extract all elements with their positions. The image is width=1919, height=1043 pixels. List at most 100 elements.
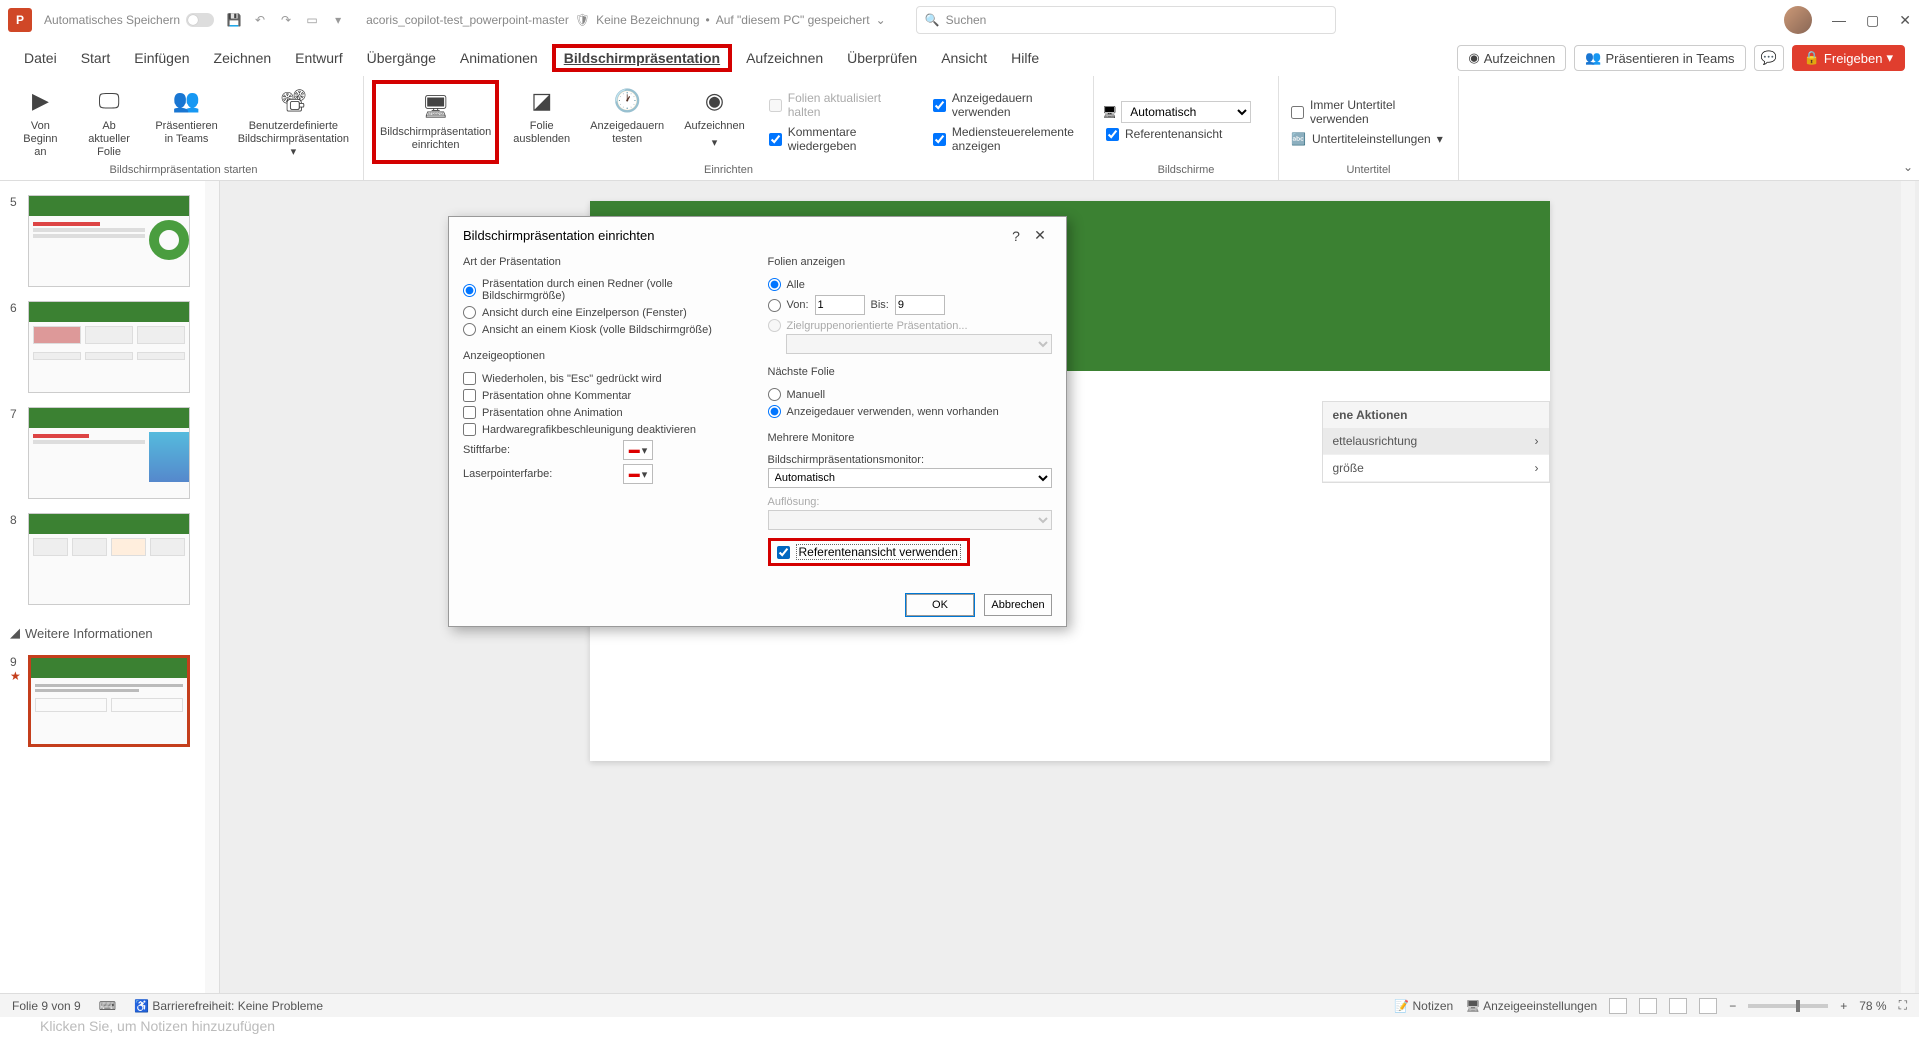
media-controls-checkbox[interactable]: Mediensteuerelemente anzeigen [929, 123, 1085, 155]
language-button[interactable]: ⌨ [99, 999, 116, 1013]
redo-icon[interactable]: ↷ [278, 12, 294, 28]
cancel-button[interactable]: Abbrechen [984, 594, 1052, 616]
tab-ansicht[interactable]: Ansicht [931, 44, 997, 72]
slide-thumbnail-7[interactable] [28, 407, 190, 499]
section-show-slides: Folien anzeigen [768, 254, 1053, 270]
section-options: Anzeigeoptionen [463, 348, 748, 364]
share-button[interactable]: 🔒 Freigeben ▾ [1792, 45, 1905, 71]
minimize-button[interactable]: — [1832, 12, 1846, 29]
section-monitors: Mehrere Monitore [768, 430, 1053, 446]
from-current-button[interactable]: 🖵Ab aktueller Folie [77, 80, 142, 164]
slide-thumbnail-6[interactable] [28, 301, 190, 393]
ok-button[interactable]: OK [906, 594, 974, 616]
slide-thumbnail-9[interactable] [28, 655, 190, 747]
search-input[interactable]: 🔍 Suchen [916, 6, 1336, 34]
tab-animationen[interactable]: Animationen [450, 44, 548, 72]
chk-no-narration[interactable]: Präsentation ohne Kommentar [463, 387, 748, 404]
radio-timings[interactable]: Anzeigedauer verwenden, wenn vorhanden [768, 403, 1053, 420]
sorter-view-button[interactable] [1639, 998, 1657, 1014]
rehearse-timings-button[interactable]: 🕐Anzeigedauern testen [584, 80, 670, 164]
custom-show-button[interactable]: 📽Benutzerdefinierte Bildschirmpräsentati… [232, 80, 355, 164]
notes-button[interactable]: 📝 Notizen [1394, 999, 1453, 1013]
tab-entwurf[interactable]: Entwurf [285, 44, 352, 72]
keep-updated-checkbox: Folien aktualisiert halten [765, 89, 921, 121]
section-header[interactable]: ◢ Weitere Informationen [10, 625, 209, 641]
dialog-close-button[interactable]: ✕ [1028, 227, 1052, 244]
present-teams-button[interactable]: 👥 Präsentieren in Teams [1574, 45, 1745, 71]
autosave-toggle[interactable]: Automatisches Speichern [44, 13, 214, 27]
tab-hilfe[interactable]: Hilfe [1001, 44, 1049, 72]
tab-start[interactable]: Start [71, 44, 121, 72]
tab-einfuegen[interactable]: Einfügen [124, 44, 199, 72]
reading-view-button[interactable] [1669, 998, 1687, 1014]
slideshow-view-button[interactable] [1699, 998, 1717, 1014]
presenter-view-highlight: Referentenansicht verwenden [768, 538, 970, 566]
tab-uebergaenge[interactable]: Übergänge [357, 44, 446, 72]
tab-ueberpruefen[interactable]: Überprüfen [837, 44, 927, 72]
chk-loop[interactable]: Wiederholen, bis "Esc" gedrückt wird [463, 370, 748, 387]
undo-icon[interactable]: ↶ [252, 12, 268, 28]
maximize-button[interactable]: ▢ [1866, 12, 1879, 29]
radio-all-slides[interactable]: Alle [768, 276, 1053, 293]
from-beginning-button[interactable]: ▶Von Beginn an [12, 80, 69, 164]
laser-color-picker[interactable]: ▬▾ [623, 464, 653, 484]
setup-slideshow-button[interactable]: 🖥Bildschirmpräsentation einrichten [372, 80, 499, 164]
fit-to-window-button[interactable]: ⛶ [1899, 998, 1907, 1013]
from-spinner[interactable] [815, 295, 865, 315]
dialog-titlebar: Bildschirmpräsentation einrichten ? ✕ [449, 217, 1066, 254]
tab-zeichnen[interactable]: Zeichnen [204, 44, 282, 72]
ribbon-collapse-button[interactable]: ⌄ [1897, 154, 1919, 180]
zoom-out-button[interactable]: − [1729, 999, 1736, 1013]
zoom-level[interactable]: 78 % [1859, 999, 1886, 1013]
play-icon: ▶ [24, 84, 56, 116]
narrations-checkbox[interactable]: Kommentare wiedergeben [765, 123, 921, 155]
slide-counter[interactable]: Folie 9 von 9 [12, 999, 81, 1013]
slide-thumbnail-5[interactable] [28, 195, 190, 287]
hide-slide-button[interactable]: ◪Folie ausblenden [507, 80, 576, 164]
presenter-view-dialog-checkbox[interactable] [777, 546, 790, 559]
chk-no-animation[interactable]: Präsentation ohne Animation [463, 404, 748, 421]
tab-bildschirmpraesentation[interactable]: Bildschirmpräsentation [552, 44, 732, 72]
display-settings-button[interactable]: 🖥 Anzeigeeinstellungen [1465, 999, 1597, 1013]
save-icon[interactable]: 💾 [226, 12, 242, 28]
radio-individual[interactable]: Ansicht durch eine Einzelperson (Fenster… [463, 304, 748, 321]
setup-slideshow-dialog: Bildschirmpräsentation einrichten ? ✕ Ar… [448, 216, 1067, 627]
canvas-scrollbar[interactable] [1901, 181, 1915, 1007]
action-item[interactable]: ettelausrichtung› [1323, 428, 1549, 455]
pen-color-picker[interactable]: ▬▾ [623, 440, 653, 460]
record-button[interactable]: ◉ Aufzeichnen [1457, 45, 1566, 71]
present-teams-ribbon-button[interactable]: 👥Präsentieren in Teams [149, 80, 223, 164]
more-icon[interactable]: ▾ [330, 12, 346, 28]
zoom-in-button[interactable]: + [1840, 999, 1847, 1013]
dialog-help-button[interactable]: ? [1004, 228, 1028, 244]
to-spinner[interactable] [895, 295, 945, 315]
radio-from-to[interactable]: Von: Bis: [768, 293, 1053, 317]
slide-thumbnail-8[interactable] [28, 513, 190, 605]
tab-aufzeichnen[interactable]: Aufzeichnen [736, 44, 833, 72]
monitor-select-dialog[interactable]: Automatisch [768, 468, 1053, 488]
user-avatar[interactable] [1784, 6, 1812, 34]
tab-datei[interactable]: Datei [14, 44, 67, 72]
radio-speaker[interactable]: Präsentation durch einen Redner (volle B… [463, 276, 748, 304]
from-start-icon[interactable]: ▭ [304, 12, 320, 28]
toggle-switch[interactable] [186, 13, 214, 27]
zoom-slider[interactable] [1748, 1004, 1828, 1008]
timings-checkbox[interactable]: Anzeigedauern verwenden [929, 89, 1085, 121]
action-item[interactable]: größe› [1323, 455, 1549, 482]
close-button[interactable]: ✕ [1899, 12, 1911, 29]
thumb-number: 7 [10, 407, 22, 421]
subtitle-settings-button[interactable]: 🔤 Untertiteleinstellungen ▾ [1287, 130, 1447, 148]
radio-manual[interactable]: Manuell [768, 386, 1053, 403]
chevron-down-icon[interactable]: ⌄ [876, 13, 886, 27]
normal-view-button[interactable] [1609, 998, 1627, 1014]
monitor-select[interactable]: Automatisch [1121, 101, 1251, 123]
comments-button[interactable]: 💬 [1754, 45, 1784, 71]
chk-no-hwaccel[interactable]: Hardwaregrafikbeschleunigung deaktiviere… [463, 421, 748, 438]
laser-color-label: Laserpointerfarbe: [463, 468, 613, 480]
presenter-view-checkbox[interactable]: Referentenansicht [1102, 125, 1226, 143]
record-ribbon-button[interactable]: ◉Aufzeichnen▾ [678, 80, 751, 164]
subtitles-checkbox[interactable]: Immer Untertitel verwenden [1287, 96, 1450, 128]
thumbnails-scrollbar[interactable] [205, 181, 219, 1007]
radio-kiosk[interactable]: Ansicht an einem Kiosk (volle Bildschirm… [463, 321, 748, 338]
accessibility-status[interactable]: ♿ Barrierefreiheit: Keine Probleme [134, 999, 323, 1013]
